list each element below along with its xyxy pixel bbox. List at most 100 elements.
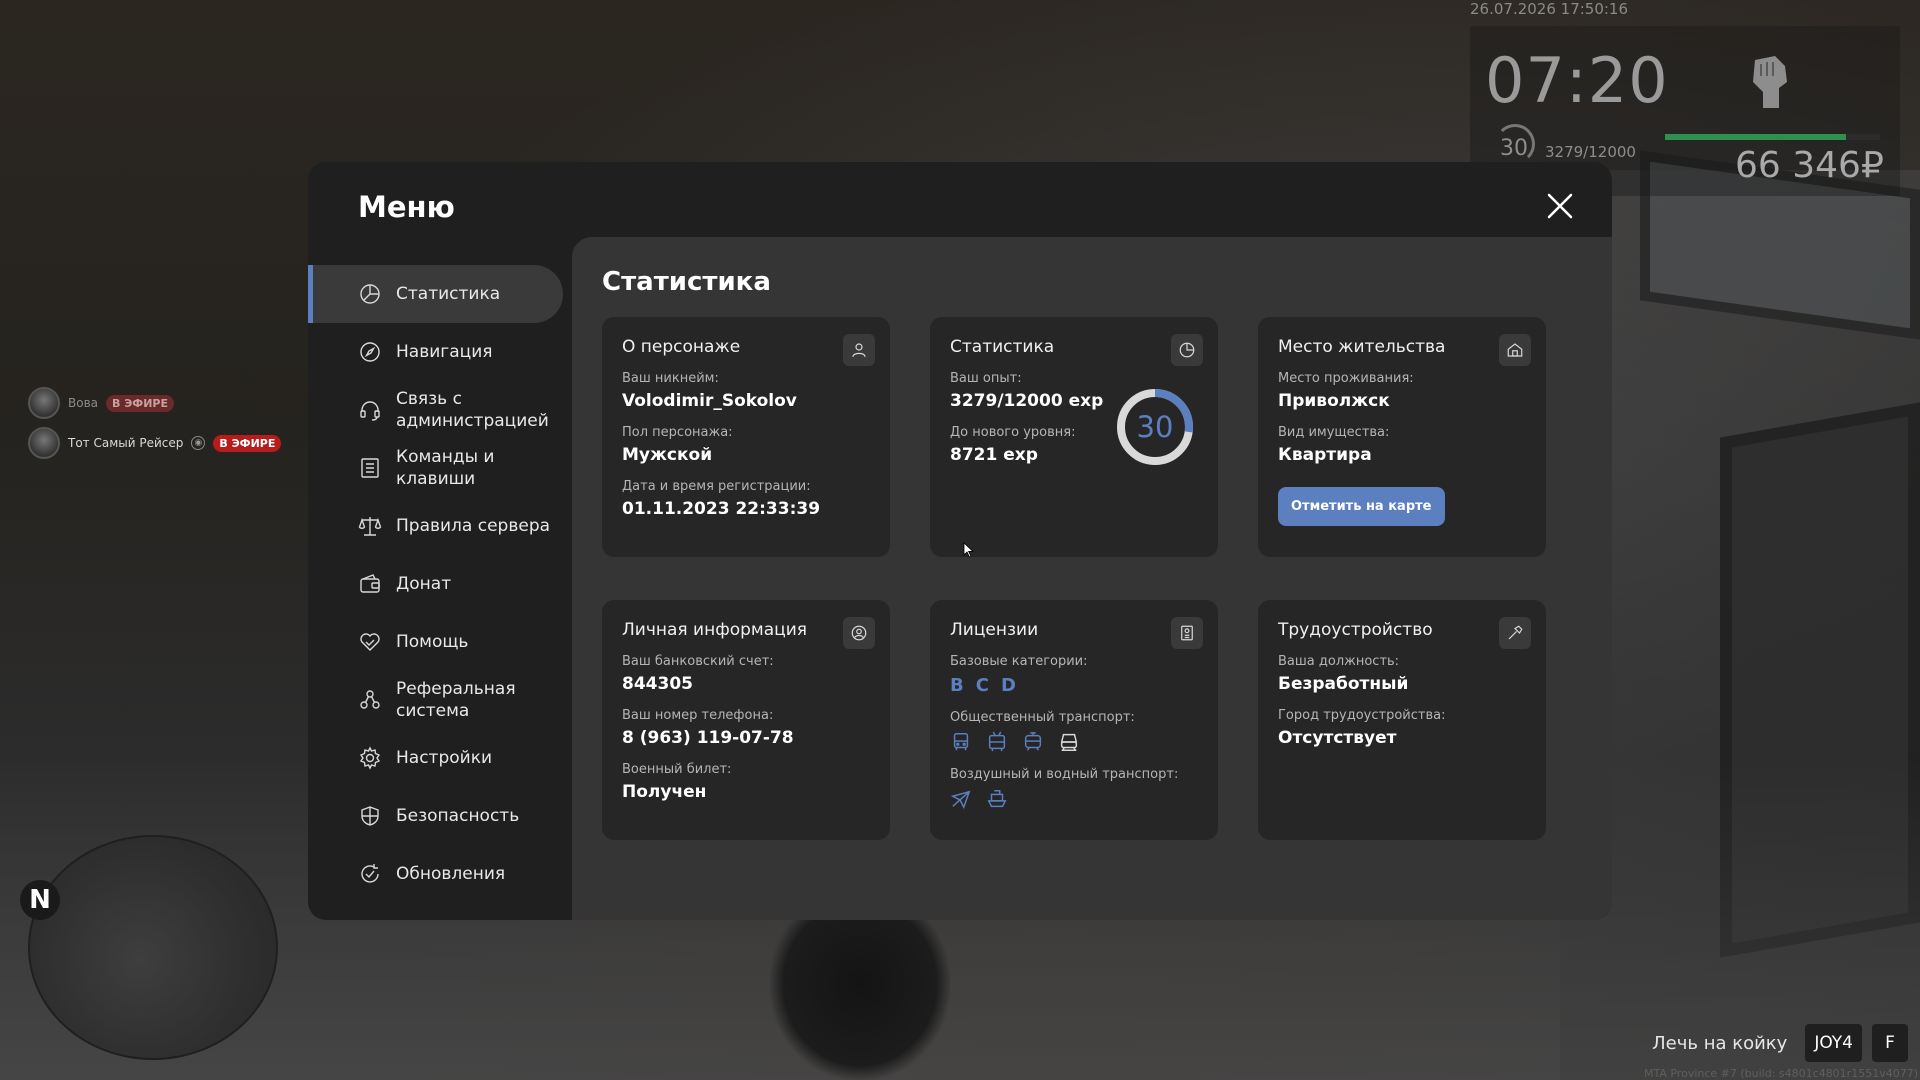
- card-character: О персонаже Ваш никнейм: Volodimir_Sokol…: [602, 317, 890, 557]
- statistics-content: Статистика О персонаже Ваш никнейм: Volo…: [572, 237, 1612, 920]
- sidebar-item-label: Связь с администрацией: [396, 389, 549, 431]
- property-type-value: Квартира: [1278, 445, 1372, 465]
- air-water-licenses: [950, 788, 1198, 810]
- microphone-icon: ◉: [191, 436, 206, 450]
- sidebar-item-navigation[interactable]: Навигация: [308, 323, 563, 381]
- sidebar-item-label: Помощь: [396, 632, 469, 652]
- avatar: [28, 387, 60, 419]
- plane-icon: [950, 790, 971, 810]
- registration-date-value: 01.11.2023 22:33:39: [622, 499, 821, 519]
- sidebar-item-label: Безопасность: [396, 806, 520, 826]
- compass-icon: [360, 342, 380, 362]
- minimap: [28, 835, 278, 1060]
- card-statistics: Статистика Ваш опыт: 3279/12000 exp До н…: [930, 317, 1218, 557]
- public-transport-licenses: [950, 731, 1198, 753]
- phone-number-value: 8 (963) 119-07-78: [622, 728, 794, 748]
- health-bar: [1665, 134, 1880, 140]
- action-prompt: Лечь на койку JOY4 F: [1652, 1024, 1908, 1062]
- card-title: Лицензии: [950, 620, 1039, 640]
- sidebar-item-help[interactable]: Помощь: [308, 613, 563, 671]
- card-employment: Трудоустройство Ваша должность: Безработ…: [1258, 600, 1546, 840]
- build-info: MTA Province #7 (build: s4801c4801r1551v…: [1643, 1067, 1918, 1080]
- mark-on-map-button[interactable]: Отметить на карте: [1278, 487, 1445, 526]
- sidebar-item-security[interactable]: Безопасность: [308, 787, 563, 845]
- field-label: Воздушный и водный транспорт:: [950, 767, 1179, 782]
- voice-chat-entry: Тот Самый Рейсер ◉ В ЭФИРЕ: [28, 426, 282, 460]
- level-progress-ring: 30: [1115, 387, 1195, 467]
- license-category: C: [975, 675, 989, 696]
- field-label: Общественный транспорт:: [950, 710, 1135, 725]
- avatar: [28, 427, 60, 459]
- field-label: Ваш банковский счет:: [622, 654, 774, 669]
- hud-clock: 07:20: [1485, 44, 1669, 117]
- field-label: Ваша должность:: [1278, 654, 1400, 669]
- sidebar-item-label: Правила сервера: [396, 516, 551, 536]
- card-title: О персонаже: [622, 337, 741, 357]
- field-label: Пол персонажа:: [622, 425, 733, 440]
- list-icon: [361, 458, 379, 478]
- action-prompt-text: Лечь на койку: [1652, 1032, 1788, 1054]
- sidebar-item-donate[interactable]: Донат: [308, 555, 563, 613]
- id-card-icon: [1171, 617, 1203, 649]
- refresh-icon: [361, 864, 379, 883]
- live-badge: В ЭФИРЕ: [213, 434, 282, 452]
- license-category: B: [950, 675, 964, 696]
- live-badge: В ЭФИРЕ: [106, 394, 174, 412]
- fist-icon: [1753, 56, 1787, 108]
- voice-chat-entry: Вова В ЭФИРЕ: [28, 386, 174, 420]
- card-title: Трудоустройство: [1278, 620, 1433, 640]
- card-licenses: Лицензии Базовые категории: B C D Общест…: [930, 600, 1218, 840]
- pie-chart-icon: [360, 284, 380, 304]
- sidebar-item-label: Обновления: [396, 864, 506, 884]
- hud-money: 66 346₽: [1735, 145, 1884, 186]
- headset-icon: [360, 401, 380, 421]
- job-city-value: Отсутствует: [1278, 728, 1397, 748]
- pie-chart-icon: [1171, 334, 1203, 366]
- sidebar-item-commands[interactable]: Команды и клавиши: [308, 439, 563, 497]
- close-icon[interactable]: [1544, 190, 1576, 222]
- sidebar-item-statistics[interactable]: Статистика: [308, 265, 563, 323]
- gear-icon: [359, 746, 381, 770]
- bus-icon: [953, 733, 969, 751]
- wallet-icon: [360, 574, 380, 593]
- card-residence: Место жительства Место проживания: Приво…: [1258, 317, 1546, 557]
- field-label: Ваш номер телефона:: [622, 708, 774, 723]
- sidebar-item-label: Донат: [396, 574, 452, 594]
- key-hint-joystick: JOY4: [1805, 1024, 1862, 1062]
- boat-icon: [987, 790, 1007, 808]
- field-label: Ваш опыт:: [950, 371, 1022, 386]
- bank-account-value: 844305: [622, 674, 693, 694]
- voice-user-name: Тот Самый Рейсер: [68, 436, 184, 450]
- minimap-north-marker: N: [20, 880, 60, 920]
- residence-place-value: Приволжск: [1278, 391, 1390, 411]
- sidebar-item-admin-contact[interactable]: Связь с администрацией: [308, 381, 563, 439]
- sidebar-item-updates[interactable]: Обновления: [308, 845, 563, 903]
- field-label: Город трудоустройства:: [1278, 708, 1446, 723]
- job-position-value: Безработный: [1278, 674, 1409, 694]
- license-categories: B C D: [950, 675, 1198, 696]
- level-number: 30: [1136, 410, 1174, 444]
- sidebar-item-label: Реферальная система: [396, 679, 516, 721]
- card-title: Личная информация: [622, 620, 808, 640]
- license-category: D: [1000, 675, 1016, 696]
- train-icon: [1060, 733, 1078, 751]
- health-bar-fill: [1665, 134, 1846, 140]
- user-circle-icon: [843, 617, 875, 649]
- sidebar-item-referral[interactable]: Реферальная система: [308, 671, 563, 729]
- card-title: Место жительства: [1278, 337, 1446, 357]
- sidebar-item-settings[interactable]: Настройки: [308, 729, 563, 787]
- hud-level: 30: [1500, 136, 1528, 161]
- menu-window: Меню Статистика Навигация Связь с админи…: [308, 162, 1612, 920]
- people-icon: [360, 690, 380, 709]
- scales-icon: [358, 517, 382, 536]
- field-label: Ваш никнейм:: [622, 371, 719, 386]
- field-label: Базовые категории:: [950, 654, 1088, 669]
- sidebar-item-label: Навигация: [396, 342, 493, 362]
- sidebar-item-label: Статистика: [396, 284, 501, 304]
- menu-title: Меню: [358, 190, 455, 224]
- sidebar-item-label: Настройки: [396, 748, 493, 768]
- hud-exp: 3279/12000: [1545, 143, 1636, 161]
- trolleybus-icon: [988, 731, 1006, 752]
- sidebar-item-rules[interactable]: Правила сервера: [308, 497, 563, 555]
- military-id-value: Получен: [622, 782, 707, 802]
